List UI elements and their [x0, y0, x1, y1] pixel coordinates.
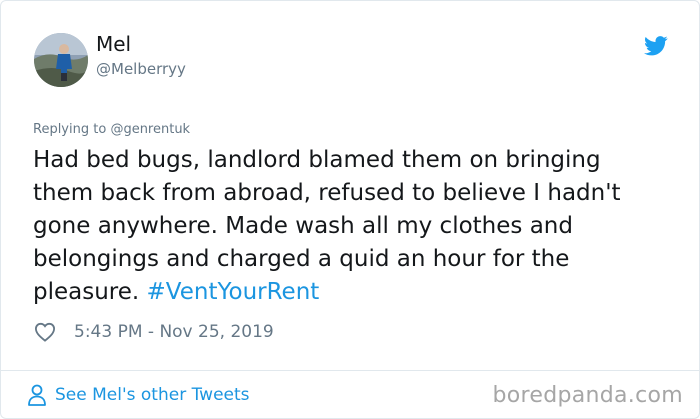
- hashtag-link[interactable]: #VentYourRent: [147, 279, 320, 305]
- replying-to: Replying to @genrentuk: [33, 121, 190, 139]
- card-divider: [1, 370, 699, 371]
- see-more-label: See Mel's other Tweets: [55, 385, 250, 405]
- display-name[interactable]: Mel: [96, 32, 131, 56]
- tweet-timestamp[interactable]: 5:43 PM - Nov 25, 2019: [74, 322, 274, 342]
- tweet-text-line: belongings and charged a quid an hour fo…: [33, 246, 570, 272]
- tweet-text-line: pleasure.: [33, 279, 147, 305]
- tweet-text: Had bed bugs, landlord blamed them on br…: [33, 144, 673, 309]
- tweet-text-line: Had bed bugs, landlord blamed them on br…: [33, 147, 601, 173]
- person-icon: [28, 384, 46, 406]
- avatar[interactable]: [34, 33, 88, 87]
- user-handle[interactable]: @Melberryy: [96, 59, 186, 79]
- replying-mention-link[interactable]: @genrentuk: [110, 122, 190, 137]
- heart-icon[interactable]: [34, 322, 56, 342]
- tweet-text-line: gone anywhere. Made wash all my clothes …: [33, 213, 573, 239]
- watermark: boredpanda.com: [492, 383, 683, 408]
- see-more-tweets-link[interactable]: See Mel's other Tweets: [27, 382, 250, 408]
- tweet-text-last-line: pleasure. #VentYourRent: [33, 276, 673, 309]
- tweet-meta: 5:43 PM - Nov 25, 2019: [34, 319, 274, 345]
- avatar-photo: [34, 33, 88, 87]
- replying-prefix: Replying to: [33, 122, 111, 137]
- tweet-text-line: them back from abroad, refused to believ…: [33, 180, 621, 206]
- tweet-card: Mel @Melberryy Replying to @genrentuk Ha…: [0, 0, 700, 419]
- twitter-bird-icon[interactable]: [644, 35, 668, 57]
